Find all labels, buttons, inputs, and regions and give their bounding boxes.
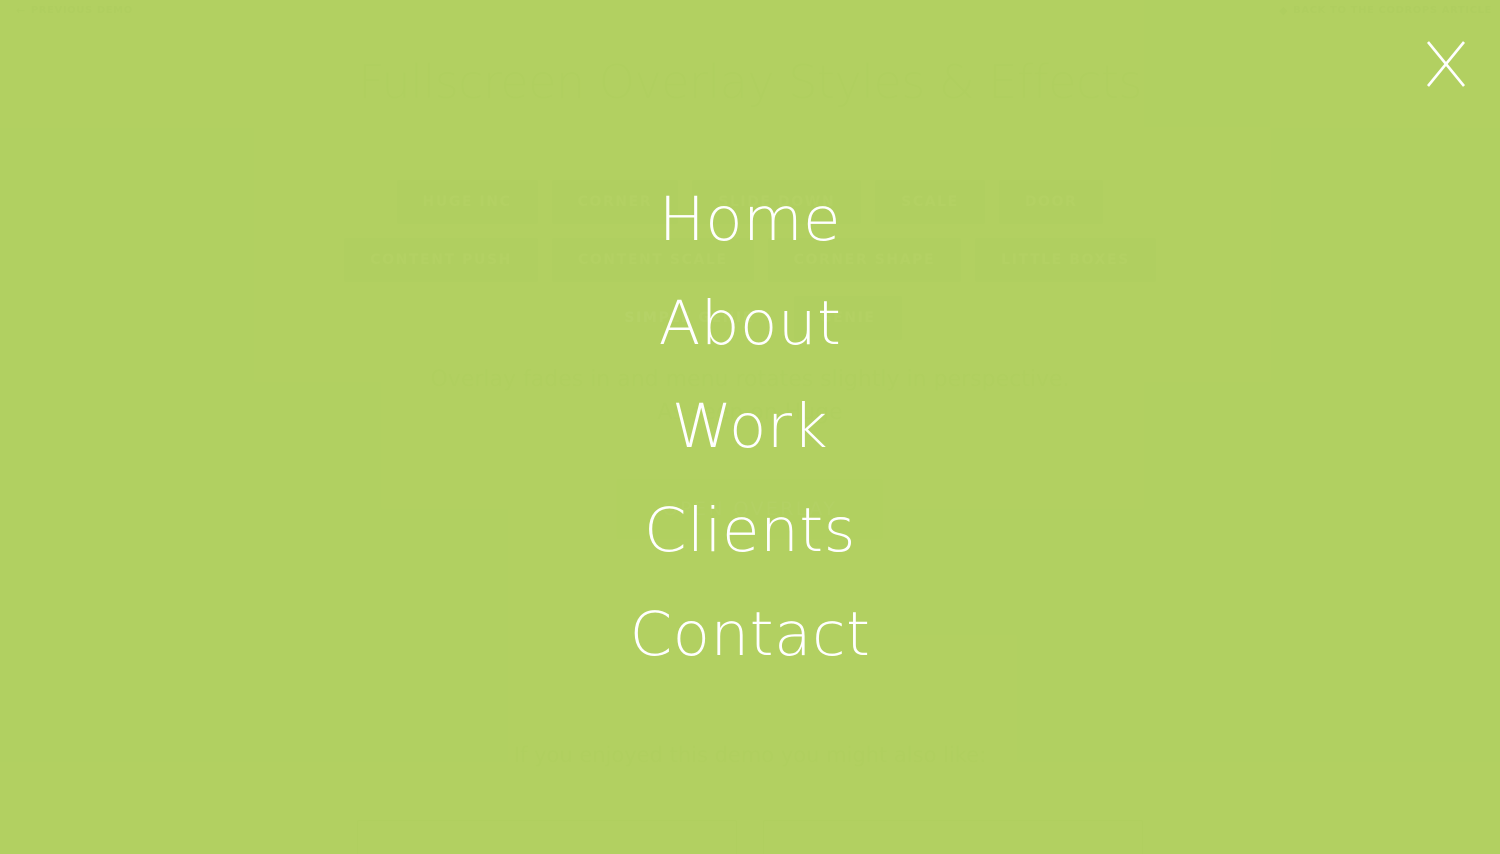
overlay-menu-item: About [0, 271, 1500, 375]
overlay-menu-item: Clients [0, 479, 1500, 583]
fullscreen-overlay: Home About Work Clients Contact [0, 0, 1500, 854]
overlay-menu-link[interactable]: Contact [630, 583, 871, 687]
overlay-menu-link[interactable]: Home [659, 168, 841, 272]
overlay-menu: Home About Work Clients Contact [0, 168, 1500, 686]
overlay-menu-link[interactable]: About [659, 271, 842, 375]
overlay-menu-list: Home About Work Clients Contact [0, 168, 1500, 686]
overlay-menu-item: Work [0, 375, 1500, 479]
overlay-menu-link[interactable]: Clients [644, 479, 856, 583]
close-overlay-button[interactable] [1410, 24, 1482, 104]
overlay-menu-link[interactable]: Work [672, 375, 828, 479]
overlay-menu-item: Home [0, 168, 1500, 272]
close-icon [1426, 41, 1466, 87]
overlay-menu-item: Contact [0, 583, 1500, 687]
